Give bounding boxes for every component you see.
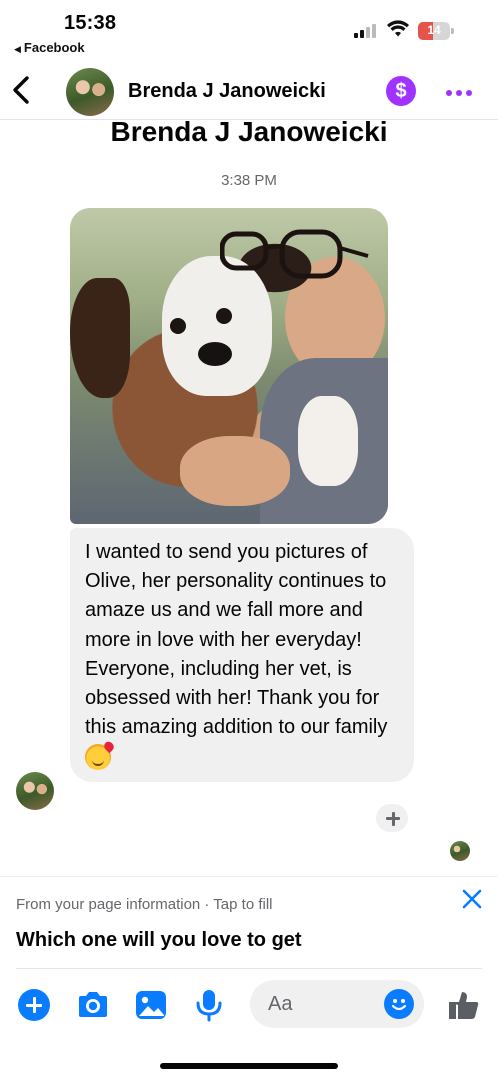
contact-name[interactable]: Brenda J Janoweicki — [128, 80, 326, 103]
back-to-app-link[interactable]: ◀ Facebook — [14, 40, 85, 55]
autofill-suggestion[interactable]: From your page information · Tap to fill… — [0, 876, 498, 969]
divider — [16, 968, 482, 969]
contact-avatar[interactable] — [66, 68, 114, 116]
like-icon[interactable] — [446, 988, 480, 1022]
smiling-face-with-hearts-emoji — [85, 744, 111, 771]
emoji-icon[interactable] — [384, 989, 414, 1019]
home-indicator — [160, 1063, 338, 1069]
wifi-icon — [387, 20, 409, 37]
message-input-field[interactable] — [250, 980, 424, 1028]
suggestion-hint: From your page information · Tap to fill — [16, 896, 273, 913]
camera-icon[interactable] — [76, 988, 110, 1022]
photo-attachment[interactable] — [70, 208, 388, 524]
message-composer — [0, 970, 498, 1040]
message-input[interactable] — [268, 990, 378, 1018]
add-reaction-icon[interactable] — [374, 802, 410, 834]
close-icon[interactable] — [460, 887, 484, 911]
back-triangle-icon: ◀ — [14, 44, 21, 54]
thread-title: Brenda J Janoweicki — [110, 116, 388, 147]
back-app-label: Facebook — [23, 40, 85, 55]
seen-receipt-avatar — [450, 841, 470, 861]
status-time: 15:38 — [64, 12, 117, 34]
glasses — [220, 229, 369, 279]
microphone-icon[interactable] — [192, 988, 226, 1022]
conversation-header: Brenda J Janoweicki $ — [0, 62, 498, 120]
message-bubble[interactable]: I wanted to send you pictures of Olive, … — [70, 528, 414, 783]
sender-avatar[interactable] — [16, 772, 54, 810]
battery-level: 14 — [427, 23, 441, 37]
suggestion-value[interactable]: Which one will you love to get — [16, 929, 302, 952]
plus-icon[interactable] — [18, 989, 50, 1021]
battery-icon: 14 — [418, 22, 454, 40]
dollar-icon[interactable]: $ — [386, 76, 416, 106]
signal-icon — [354, 22, 378, 38]
more-dots-icon[interactable] — [444, 78, 474, 104]
status-bar: 15:38 ◀ Facebook 14 — [0, 0, 498, 58]
message-text: I wanted to send you pictures of Olive, … — [85, 541, 388, 739]
gallery-icon[interactable] — [134, 988, 168, 1022]
chevron-left-icon[interactable] — [8, 72, 36, 108]
message-timestamp: 3:38 PM — [221, 172, 277, 189]
